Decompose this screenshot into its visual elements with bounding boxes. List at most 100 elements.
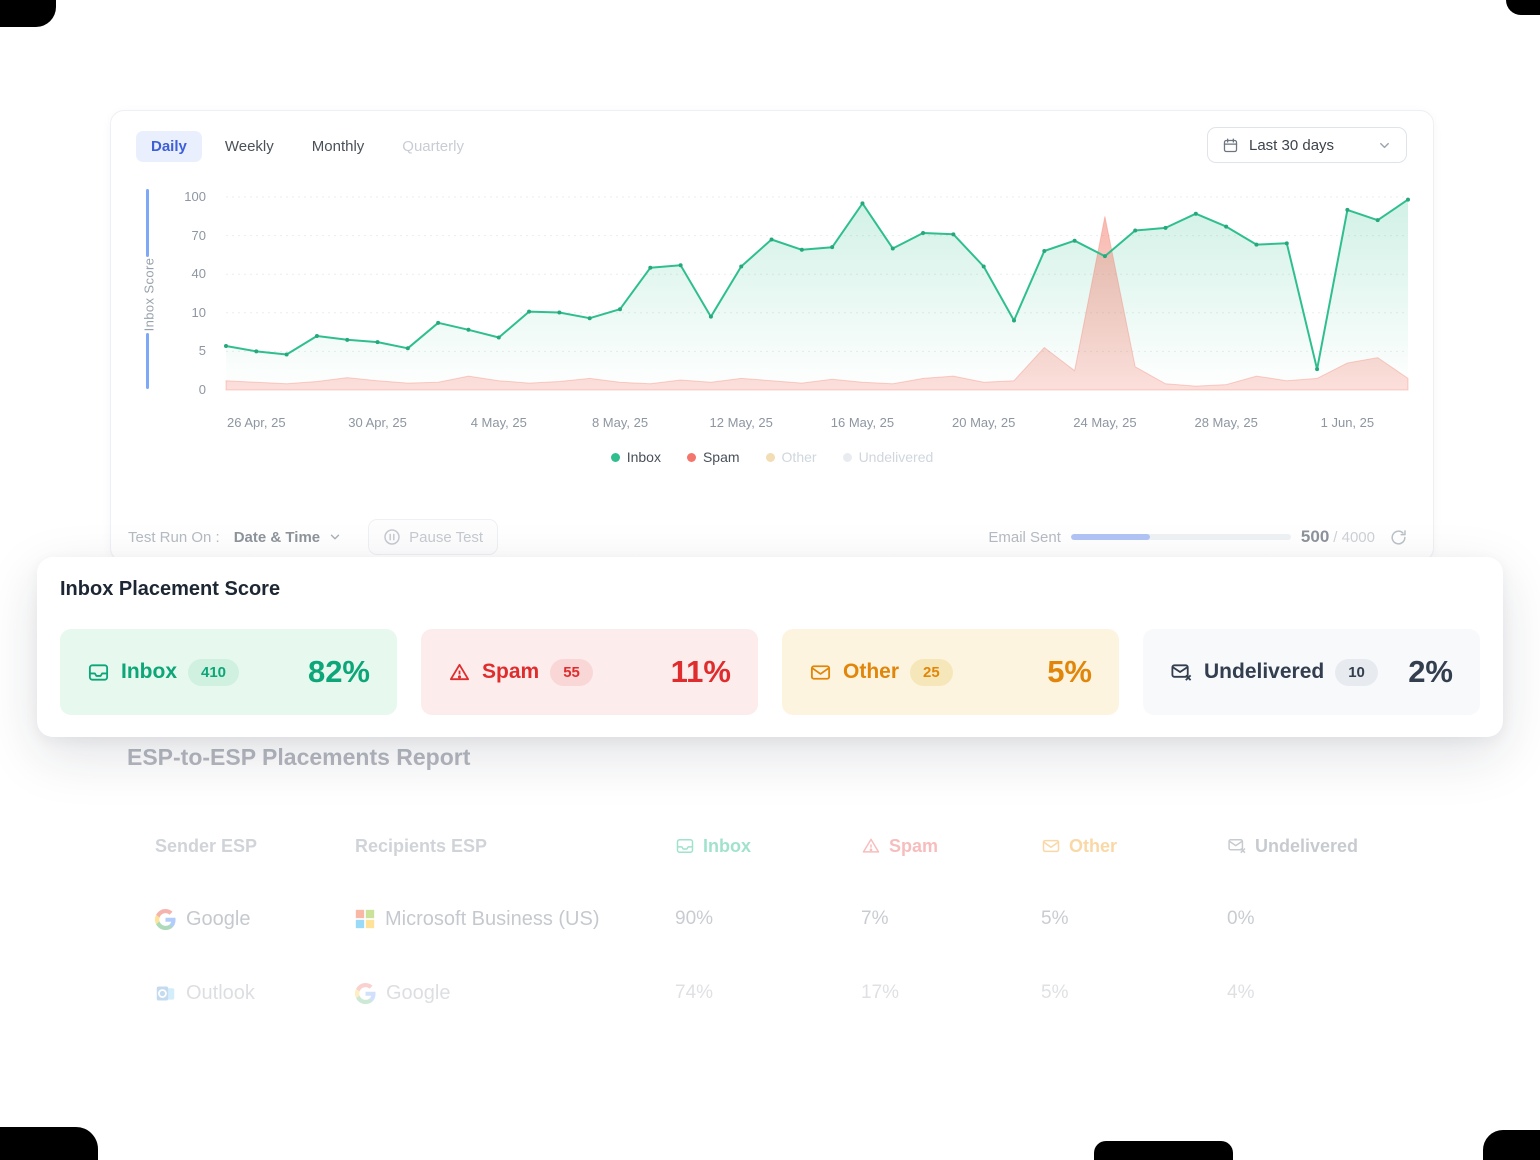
x-tick-label: 24 May, 25 <box>1073 415 1136 430</box>
x-tick-label: 8 May, 25 <box>592 415 648 430</box>
warning-icon <box>448 661 471 684</box>
stat-percentage: 82% <box>308 654 370 690</box>
date-range-select[interactable]: Last 30 days <box>1207 127 1407 163</box>
email-sent-progress <box>1071 534 1291 540</box>
sender-cell: Google <box>155 908 355 931</box>
sender-cell: Outlook <box>155 982 355 1005</box>
chevron-down-icon <box>328 530 342 544</box>
google-logo <box>355 983 376 1004</box>
corner-mark <box>1506 0 1540 15</box>
esp-report-row: Outlook Google 74% 17% 5% 4% <box>155 970 1445 1016</box>
col-recipients-esp: Recipients ESP <box>355 836 675 857</box>
x-tick-label: 16 May, 25 <box>831 415 894 430</box>
y-tick-label: 5 <box>199 343 206 358</box>
email-sent-label: Email Sent <box>988 529 1061 546</box>
test-run-datetime-select[interactable]: Date & Time <box>228 528 348 547</box>
legend-item-inbox[interactable]: Inbox <box>611 449 661 465</box>
x-tick-label: 26 Apr, 25 <box>227 415 286 430</box>
google-logo <box>155 909 176 930</box>
tab-monthly[interactable]: Monthly <box>297 131 380 162</box>
x-tick-label: 30 Apr, 25 <box>348 415 407 430</box>
spam-pct: 17% <box>861 982 1041 1004</box>
inbox-stat-tile: Inbox 410 82% <box>60 629 397 715</box>
test-run-label: Test Run On : <box>128 529 220 546</box>
legend-item-spam[interactable]: Spam <box>687 449 740 465</box>
spam-stat-tile: Spam 55 11% <box>421 629 758 715</box>
tab-weekly[interactable]: Weekly <box>210 131 289 162</box>
y-tick-label: 100 <box>184 189 206 204</box>
chevron-down-icon <box>1377 138 1392 153</box>
recipient-cell: Google <box>355 982 675 1005</box>
stat-count-badge: 25 <box>910 659 953 686</box>
inbox-pct: 74% <box>675 982 861 1004</box>
trend-chart-card: Daily Weekly Monthly Quarterly Last 30 d… <box>110 110 1434 562</box>
inbox-pct: 90% <box>675 908 861 930</box>
inbox-placement-score-card: Inbox Placement Score Inbox 410 82% Spam… <box>37 557 1503 737</box>
col-spam: Spam <box>861 836 1041 857</box>
legend-dot <box>687 453 696 462</box>
stat-count-badge: 10 <box>1335 659 1378 686</box>
outlook-logo <box>155 983 176 1004</box>
x-tick-label: 1 Jun, 25 <box>1321 415 1375 430</box>
x-tick-label: 12 May, 25 <box>710 415 773 430</box>
esp-report-title: ESP-to-ESP Placements Report <box>127 744 470 771</box>
inbox-trend-plot <box>226 191 1408 397</box>
esp-report-row: Google Microsoft Business (US) 90% 7% 5%… <box>155 896 1445 942</box>
stat-label: Other <box>843 660 899 684</box>
legend-dot <box>843 453 852 462</box>
legend-item-other[interactable]: Other <box>766 449 817 465</box>
stat-label: Spam <box>482 660 539 684</box>
email-sent-count: 500 <box>1301 527 1329 547</box>
y-tick-label: 0 <box>199 382 206 397</box>
pause-test-button[interactable]: Pause Test <box>368 519 498 555</box>
col-undelivered: Undelivered <box>1227 836 1445 857</box>
test-run-bar: Test Run On : Date & Time Pause Test Ema… <box>128 517 1408 557</box>
refresh-icon <box>1389 528 1408 547</box>
mail-icon <box>809 661 832 684</box>
col-other: Other <box>1041 836 1227 857</box>
stat-label: Inbox <box>121 660 177 684</box>
email-sent-total: / 4000 <box>1333 529 1375 546</box>
mail-icon <box>1041 836 1061 856</box>
y-axis-line <box>146 333 149 389</box>
date-range-value: Last 30 days <box>1249 137 1334 154</box>
y-tick-label: 10 <box>192 305 206 320</box>
x-tick-label: 28 May, 25 <box>1194 415 1257 430</box>
warning-icon <box>861 836 881 856</box>
corner-mark <box>0 1127 98 1160</box>
undelivered-stat-tile: Undelivered 10 2% <box>1143 629 1480 715</box>
inbox-icon <box>87 661 110 684</box>
legend-dot <box>766 453 775 462</box>
esp-report-header: Sender ESP Recipients ESP Inbox Spam Oth… <box>155 830 1445 862</box>
other-stat-tile: Other 25 5% <box>782 629 1119 715</box>
y-axis-ticks: 10070401050 <box>151 191 206 397</box>
other-pct: 5% <box>1041 982 1227 1004</box>
microsoft-logo <box>355 909 375 929</box>
period-tabs: Daily Weekly Monthly Quarterly <box>136 131 479 162</box>
x-axis-ticks: 26 Apr, 2530 Apr, 254 May, 258 May, 2512… <box>226 415 1408 433</box>
legend-item-undelivered[interactable]: Undelivered <box>843 449 934 465</box>
tab-daily[interactable]: Daily <box>136 131 202 162</box>
corner-mark <box>0 0 56 27</box>
stat-label: Undelivered <box>1204 660 1324 684</box>
mail-x-icon <box>1170 661 1193 684</box>
score-tiles: Inbox 410 82% Spam 55 11% Other 25 <box>60 629 1480 715</box>
y-axis-line <box>146 189 149 257</box>
undelivered-pct: 4% <box>1227 982 1445 1004</box>
y-tick-label: 40 <box>192 266 206 281</box>
refresh-button[interactable] <box>1389 528 1408 547</box>
other-pct: 5% <box>1041 908 1227 930</box>
calendar-icon <box>1222 137 1239 154</box>
mail-x-icon <box>1227 836 1247 856</box>
chart-legend: Inbox Spam Other Undelivered <box>111 449 1433 465</box>
tab-quarterly[interactable]: Quarterly <box>387 131 479 162</box>
stat-percentage: 5% <box>1047 654 1092 690</box>
score-card-title: Inbox Placement Score <box>60 578 280 601</box>
stat-count-badge: 55 <box>550 659 593 686</box>
corner-mark <box>1094 1141 1233 1160</box>
test-run-datetime-value: Date & Time <box>234 529 320 546</box>
inbox-icon <box>675 836 695 856</box>
spam-pct: 7% <box>861 908 1041 930</box>
stat-percentage: 11% <box>671 654 731 690</box>
pause-test-label: Pause Test <box>409 529 483 546</box>
